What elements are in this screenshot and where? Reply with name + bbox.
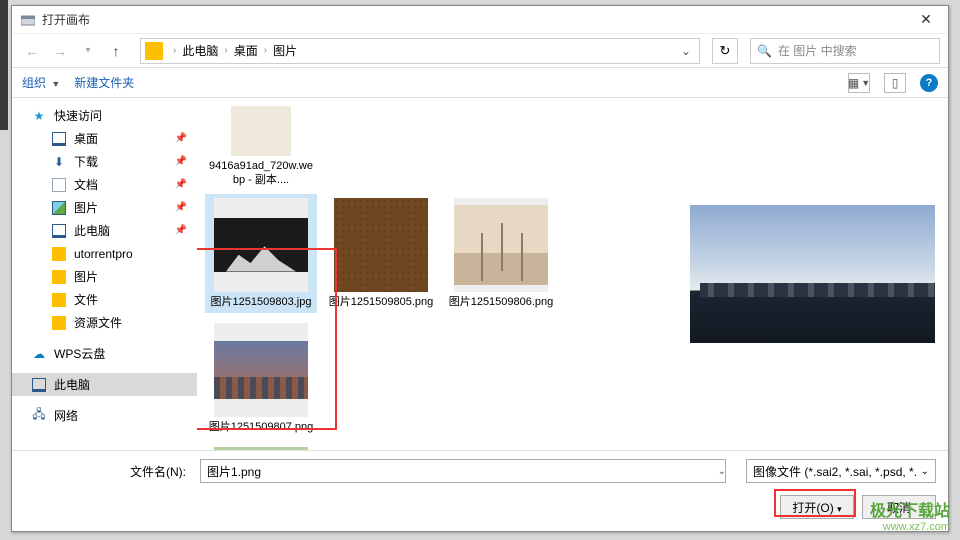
folder-icon xyxy=(52,293,66,307)
file-thumbnail xyxy=(334,198,428,292)
forward-button[interactable]: → xyxy=(48,39,72,63)
preview-pane xyxy=(676,98,948,450)
pc-icon xyxy=(32,378,46,392)
pictures-icon xyxy=(52,201,66,215)
cancel-button[interactable]: 取消 xyxy=(862,495,936,519)
up-button[interactable]: ↑ xyxy=(104,39,128,63)
document-icon xyxy=(52,178,66,192)
breadcrumb-dropdown[interactable]: ⌄ xyxy=(677,44,695,58)
breadcrumb[interactable]: › 此电脑 › 桌面 › 图片 ⌄ xyxy=(140,38,700,64)
sidebar-documents[interactable]: 文档📌 xyxy=(12,173,197,196)
background-sidebar-strip xyxy=(0,0,8,130)
filetype-select[interactable]: 图像文件 (*.sai2, *.sai, *.psd, *. ⌄ xyxy=(746,459,936,483)
dialog-title: 打开画布 xyxy=(42,11,908,28)
filename-label: 文件名(N): xyxy=(12,463,192,480)
organize-menu[interactable]: 组织 ▼ xyxy=(22,74,60,91)
sidebar-pictures[interactable]: 图片📌 xyxy=(12,196,197,219)
sidebar-quick-access[interactable]: ★快速访问 xyxy=(12,104,197,127)
file-list-pane[interactable]: 9416a91ad_720w.webp - 副本.... 图片125150980… xyxy=(197,98,676,450)
open-file-dialog: 打开画布 ✕ ← → ▾ ↑ › 此电脑 › 桌面 › 图片 ⌄ ↻ 🔍 在 图… xyxy=(11,5,949,532)
file-label: 9416a91ad_720w.webp - 副本.... xyxy=(207,160,315,188)
file-item[interactable]: 9416a91ad_720w.webp - 副本.... xyxy=(205,102,317,192)
filename-history-dropdown[interactable]: ⌄ xyxy=(712,466,732,477)
toolbar: 组织 ▼ 新建文件夹 ▦▼ ▯ ? xyxy=(12,68,948,98)
file-thumbnail xyxy=(334,447,428,450)
breadcrumb-root[interactable]: 此电脑 xyxy=(182,42,218,59)
sidebar: ★快速访问 桌面📌 ⬇下载📌 文档📌 图片📌 此电脑📌 utorrentpro … xyxy=(12,98,197,450)
file-item[interactable]: 图片1251509807.png xyxy=(205,319,317,439)
close-button[interactable]: ✕ xyxy=(908,8,944,32)
search-placeholder: 在 图片 中搜索 xyxy=(778,42,857,59)
breadcrumb-seg1[interactable]: 桌面 xyxy=(234,42,258,59)
action-row: 打开(O) ▾ 取消 xyxy=(12,491,948,531)
folder-icon xyxy=(52,316,66,330)
open-button[interactable]: 打开(O) ▾ xyxy=(780,495,854,519)
file-item[interactable]: 图片1251509806.png xyxy=(445,194,557,314)
preview-image xyxy=(690,205,935,343)
chevron-icon: › xyxy=(260,45,271,56)
file-label: 图片1251509807.png xyxy=(209,421,314,435)
pc-icon xyxy=(52,224,66,238)
cloud-icon: ☁ xyxy=(32,347,46,361)
pin-icon: 📌 xyxy=(175,156,187,167)
sidebar-downloads[interactable]: ⬇下载📌 xyxy=(12,150,197,173)
file-thumbnail xyxy=(214,198,308,292)
file-item[interactable]: 图片1251509803.jpg xyxy=(205,194,317,314)
sidebar-resources[interactable]: 资源文件 xyxy=(12,311,197,334)
search-icon: 🔍 xyxy=(757,44,772,58)
file-thumbnail xyxy=(231,106,291,156)
file-thumbnail xyxy=(454,198,548,292)
view-mode-button[interactable]: ▦▼ xyxy=(848,73,870,93)
nav-bar: ← → ▾ ↑ › 此电脑 › 桌面 › 图片 ⌄ ↻ 🔍 在 图片 中搜索 xyxy=(12,34,948,68)
file-thumbnail xyxy=(214,323,308,417)
pin-icon: 📌 xyxy=(175,202,187,213)
footer: 文件名(N): ⌄ 图像文件 (*.sai2, *.sai, *.psd, *.… xyxy=(12,450,948,491)
pin-icon: 📌 xyxy=(175,225,187,236)
sidebar-pics2[interactable]: 图片 xyxy=(12,265,197,288)
main-area: ★快速访问 桌面📌 ⬇下载📌 文档📌 图片📌 此电脑📌 utorrentpro … xyxy=(12,98,948,450)
search-box[interactable]: 🔍 在 图片 中搜索 xyxy=(750,38,940,64)
sidebar-thispc[interactable]: 此电脑 xyxy=(12,373,197,396)
breadcrumb-seg2[interactable]: 图片 xyxy=(273,42,297,59)
network-icon: 🖧 xyxy=(32,409,46,423)
chevron-down-icon: ⌄ xyxy=(921,466,929,477)
sidebar-thispc-pin[interactable]: 此电脑📌 xyxy=(12,219,197,242)
sidebar-utorrent[interactable]: utorrentpro xyxy=(12,242,197,265)
filename-input[interactable] xyxy=(200,459,726,483)
download-icon: ⬇ xyxy=(52,155,66,169)
desktop-icon xyxy=(52,132,66,146)
recent-dropdown[interactable]: ▾ xyxy=(76,39,100,63)
chevron-icon: › xyxy=(220,45,231,56)
file-item[interactable]: 图片1251509805.png xyxy=(325,194,437,314)
file-item[interactable]: 图片1251509808.png xyxy=(205,443,317,450)
folder-icon xyxy=(52,270,66,284)
file-item[interactable]: 微信截图_20231128151605.png xyxy=(325,443,437,450)
folder-icon xyxy=(145,42,163,60)
help-button[interactable]: ? xyxy=(920,74,938,92)
new-folder-button[interactable]: 新建文件夹 xyxy=(74,74,134,91)
star-icon: ★ xyxy=(32,109,46,123)
chevron-icon: › xyxy=(169,45,180,56)
file-thumbnail xyxy=(214,447,308,450)
pin-icon: 📌 xyxy=(175,179,187,190)
file-label: 图片1251509805.png xyxy=(329,296,434,310)
app-icon xyxy=(20,12,36,28)
back-button[interactable]: ← xyxy=(20,39,44,63)
folder-icon xyxy=(52,247,66,261)
pin-icon: 📌 xyxy=(175,133,187,144)
file-label: 图片1251509806.png xyxy=(449,296,554,310)
titlebar: 打开画布 ✕ xyxy=(12,6,948,34)
file-label: 图片1251509803.jpg xyxy=(211,296,312,310)
preview-pane-button[interactable]: ▯ xyxy=(884,73,906,93)
sidebar-desktop[interactable]: 桌面📌 xyxy=(12,127,197,150)
sidebar-wps[interactable]: ☁WPS云盘 xyxy=(12,342,197,365)
sidebar-files[interactable]: 文件 xyxy=(12,288,197,311)
refresh-button[interactable]: ↻ xyxy=(712,38,738,64)
filetype-value: 图像文件 (*.sai2, *.sai, *.psd, *. xyxy=(753,463,917,480)
sidebar-network[interactable]: 🖧网络 xyxy=(12,404,197,427)
